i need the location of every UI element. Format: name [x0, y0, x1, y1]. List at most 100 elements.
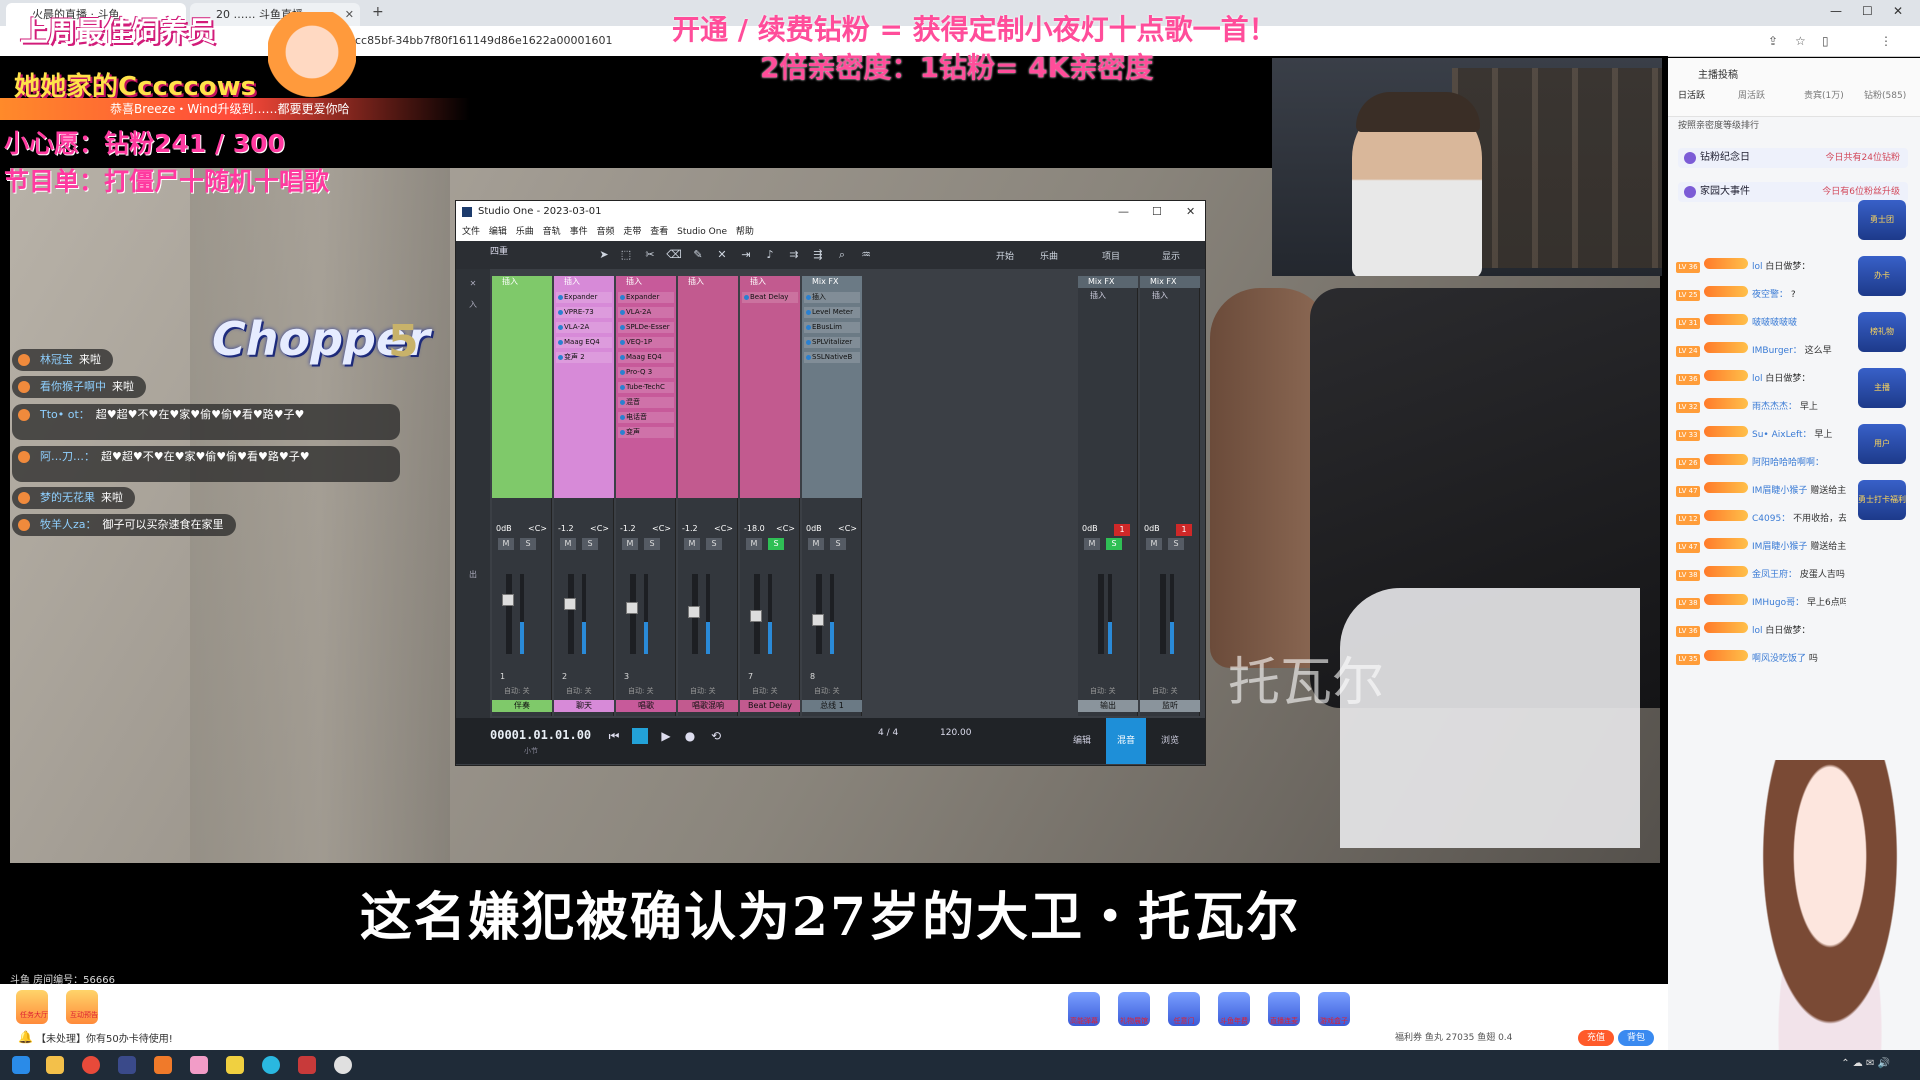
automation-mode[interactable]: 自动: 关 — [752, 686, 778, 696]
channel-pan[interactable]: <C> — [652, 524, 671, 533]
close-window-icon[interactable]: ✕ — [1893, 4, 1903, 18]
mute-button[interactable]: M — [622, 538, 638, 550]
channel-name[interactable]: Beat Delay — [740, 700, 800, 712]
browser-menu-icon[interactable]: ⋮ — [1880, 34, 1892, 48]
app-icon[interactable] — [226, 1056, 244, 1074]
insert-plugin[interactable]: 插入 — [804, 292, 860, 303]
mute-button[interactable]: M — [746, 538, 762, 550]
channel-name[interactable]: 唱歌混响 — [678, 700, 738, 712]
insert-plugin[interactable]: 混音 — [618, 397, 674, 408]
insert-plugin[interactable]: VPRE-73 — [556, 307, 612, 318]
output-channel[interactable]: Mix FX 插入 0dB 1 M S 自动: 关输出 — [1078, 276, 1138, 716]
mixer-close-icon[interactable]: ✕ — [460, 279, 486, 291]
app-icon[interactable] — [334, 1056, 352, 1074]
menu-help[interactable]: 帮助 — [736, 227, 754, 237]
insert-plugin[interactable]: Tube-TechC — [618, 382, 674, 393]
pencil-tool-icon[interactable]: ✎ — [690, 247, 706, 263]
edit-mode-button[interactable]: 编辑 — [1062, 718, 1102, 764]
channel-pan[interactable]: <C> — [714, 524, 733, 533]
fader-knob[interactable] — [688, 606, 700, 618]
insert-plugin[interactable]: 电话音 — [618, 412, 674, 423]
side-badge[interactable]: 勇士团 — [1858, 200, 1906, 240]
mute-button[interactable]: M — [808, 538, 824, 550]
mute-button[interactable]: M — [1084, 538, 1100, 550]
channel-volume[interactable]: 0dB — [1144, 524, 1160, 533]
chat-user[interactable]: IM眉睫小猴子 — [1752, 542, 1807, 552]
insert-plugin[interactable]: SPLDe-Esser — [618, 322, 674, 333]
insert-plugin[interactable]: Level Meter — [804, 307, 860, 318]
mute-button[interactable]: M — [560, 538, 576, 550]
range-tool-icon[interactable]: ⬚ — [618, 247, 634, 263]
arrow-tool-icon[interactable]: ➤ — [596, 247, 612, 263]
chat-user[interactable]: lol — [1752, 374, 1763, 384]
notice-text[interactable]: 【未处理】你有50办卡待使用! — [36, 1030, 173, 1045]
mixer-channel[interactable]: 插入 Beat Delay -18.0 <C> M S 7 自动: 关 Beat Delay — [740, 276, 800, 716]
maximize-icon[interactable]: ☐ — [1152, 201, 1162, 223]
app-icon[interactable] — [190, 1056, 208, 1074]
chat-user[interactable]: 雨杰杰杰： — [1752, 402, 1797, 412]
chat-user[interactable]: 夜空警： — [1752, 290, 1788, 300]
mute-button[interactable]: M — [1146, 538, 1162, 550]
channel-name[interactable]: 唱歌 — [616, 700, 676, 712]
sidebar-toggle-icon[interactable]: ▯ — [1822, 34, 1829, 48]
quantize-icon[interactable]: ♒ — [858, 247, 874, 263]
channel-name[interactable]: 聊天 — [554, 700, 614, 712]
solo-button[interactable]: S — [706, 538, 722, 550]
solo-button[interactable]: S — [1168, 538, 1184, 550]
insert-plugin[interactable]: VEQ-1P — [618, 337, 674, 348]
channel-name[interactable]: 总线 1 — [802, 700, 862, 712]
menu-transport[interactable]: 走带 — [623, 227, 641, 237]
volume-fader[interactable] — [630, 574, 636, 654]
insert-plugin[interactable]: Maag EQ4 — [618, 352, 674, 363]
tab-daily[interactable]: 日活跃 — [1678, 88, 1705, 101]
record-arm-button[interactable]: 1 — [1114, 524, 1130, 536]
snap-icon[interactable]: ⇉ — [786, 247, 802, 263]
tab-project[interactable]: 项目 — [1102, 249, 1120, 262]
mix-mode-button[interactable]: 混音 — [1106, 718, 1146, 764]
fader-knob[interactable] — [502, 594, 514, 606]
tab-start[interactable]: 开始 — [996, 249, 1014, 262]
tab-show[interactable]: 显示 — [1162, 249, 1180, 262]
volume-fader[interactable] — [1098, 574, 1104, 654]
channel-insert-header[interactable]: Mix FX — [1140, 276, 1200, 288]
star-icon[interactable]: ☆ — [1795, 34, 1806, 48]
new-tab-button[interactable]: + — [372, 4, 384, 20]
share-icon[interactable]: ⇪ — [1768, 34, 1778, 48]
mixer-channel[interactable]: 插入 Expander VPRE-73 VLA-2A Maag EQ4 变声 2 -1.2 <… — [554, 276, 614, 716]
channel-volume[interactable]: -1.2 — [558, 524, 574, 533]
side-badge[interactable]: 榜礼物 — [1858, 312, 1906, 352]
loop-icon[interactable]: ⟲ — [708, 728, 724, 744]
fader-knob[interactable] — [564, 598, 576, 610]
fader-knob[interactable] — [626, 602, 638, 614]
solo-button[interactable]: S — [582, 538, 598, 550]
bend-tool-icon[interactable]: ⇥ — [738, 247, 754, 263]
chat-user[interactable]: 金凤王府： — [1752, 570, 1797, 580]
channel-pan[interactable]: <C> — [776, 524, 795, 533]
minimize-icon[interactable]: — — [1118, 201, 1129, 223]
channel-insert-header[interactable]: 插入 — [616, 276, 676, 288]
side-badge[interactable]: 主播 — [1858, 368, 1906, 408]
charge-button[interactable]: 充值 — [1578, 1030, 1614, 1046]
chat-user[interactable]: IMHugo哥： — [1752, 598, 1804, 608]
mute-tool-icon[interactable]: ✕ — [714, 247, 730, 263]
browse-mode-button[interactable]: 浏览 — [1150, 718, 1190, 764]
channel-name[interactable]: 监听 — [1140, 700, 1200, 712]
menu-file[interactable]: 文件 — [462, 227, 480, 237]
insert-plugin[interactable]: 变声 — [618, 427, 674, 438]
snap-grid-icon[interactable]: ⇶ — [810, 247, 826, 263]
rank-title[interactable]: 主播投稿 — [1698, 66, 1738, 81]
maximize-icon[interactable]: ☐ — [1862, 4, 1873, 18]
system-tray[interactable]: ⌃ ☁ ✉ 🔊 — [1841, 1058, 1890, 1069]
eraser-tool-icon[interactable]: ⌫ — [666, 247, 682, 263]
channel-pan[interactable]: <C> — [590, 524, 609, 533]
automation-mode[interactable]: 自动: 关 — [1090, 686, 1116, 696]
side-badge[interactable]: 用户 — [1858, 424, 1906, 464]
channel-volume[interactable]: -1.2 — [620, 524, 636, 533]
automation-mode[interactable]: 自动: 关 — [628, 686, 654, 696]
volume-fader[interactable] — [568, 574, 574, 654]
insert-plugin[interactable]: SPLVitalizer — [804, 337, 860, 348]
menu-event[interactable]: 事件 — [570, 227, 588, 237]
solo-button[interactable]: S — [768, 538, 784, 550]
chat-user[interactable]: 阿阳哈哈哈啊啊： — [1752, 458, 1824, 468]
volume-fader[interactable] — [1160, 574, 1166, 654]
